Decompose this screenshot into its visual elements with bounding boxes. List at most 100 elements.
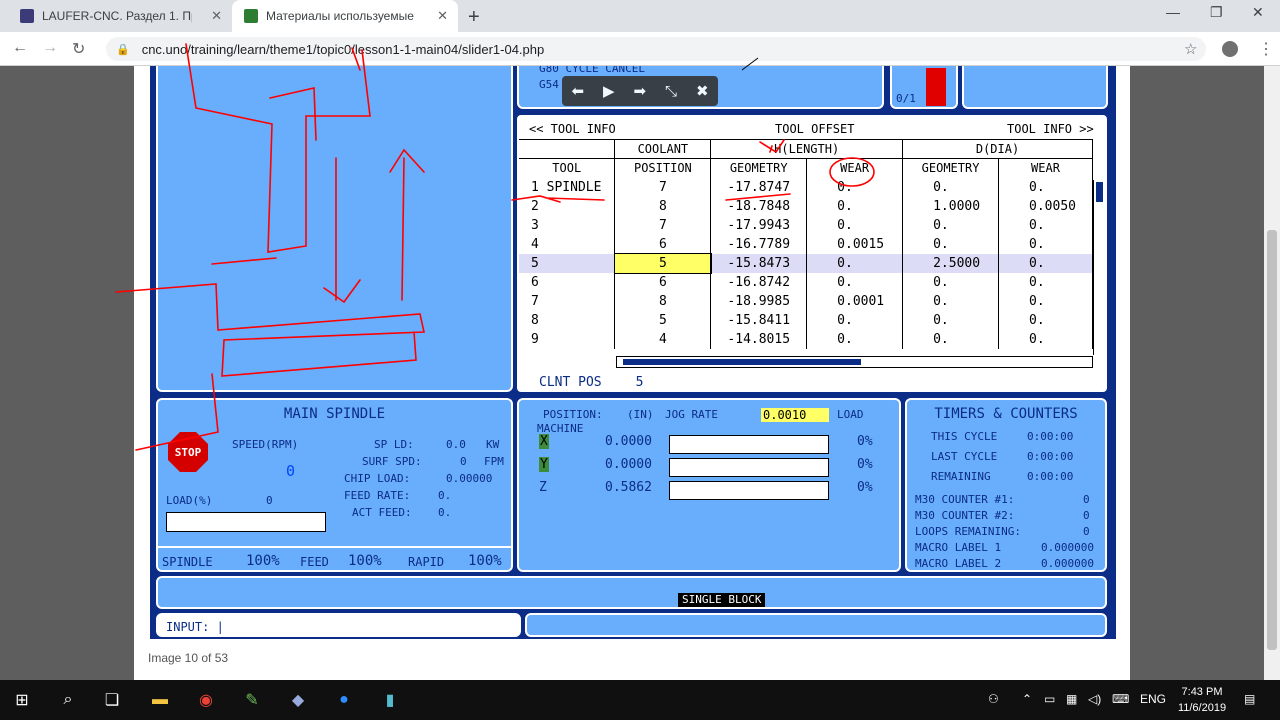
- url-field[interactable]: 🔒 cnc.uno/training/learn/theme1/topic0/l…: [106, 37, 1206, 61]
- keyboard-icon[interactable]: ⌨: [1112, 692, 1129, 706]
- close-icon[interactable]: ✖: [696, 82, 709, 100]
- table-cell[interactable]: 5: [614, 310, 712, 330]
- table-cell[interactable]: 0.: [998, 329, 1093, 349]
- close-tab-icon[interactable]: ✕: [437, 8, 448, 24]
- table-cell[interactable]: 5: [519, 253, 616, 273]
- table-cell[interactable]: 0.: [998, 253, 1093, 273]
- offset-vertical-scrollbar[interactable]: [1093, 180, 1105, 355]
- app-icon[interactable]: ◆: [286, 688, 310, 712]
- table-cell[interactable]: 9: [519, 329, 616, 349]
- table-row[interactable]: 1 SPINDLE 7 -17.8747 0. 0. 0.: [519, 177, 1093, 197]
- table-row[interactable]: 5 5 -15.8473 0. 2.5000 0.: [519, 252, 1093, 274]
- task-view-icon[interactable]: ❏: [100, 688, 124, 712]
- network-icon[interactable]: ▦: [1066, 692, 1077, 706]
- table-cell[interactable]: 0.0015: [806, 234, 904, 254]
- reload-icon[interactable]: ↻: [72, 39, 85, 59]
- forward-icon[interactable]: →: [42, 39, 58, 57]
- maximize-icon[interactable]: ❐: [1210, 4, 1223, 21]
- table-cell[interactable]: 8: [519, 310, 616, 330]
- table-cell[interactable]: 0.: [806, 253, 904, 273]
- prev-arrow-icon[interactable]: ⬅: [571, 82, 584, 100]
- windows-start-icon[interactable]: ⊞: [10, 688, 34, 712]
- table-cell[interactable]: 4: [519, 234, 616, 254]
- fullscreen-icon[interactable]: ⤡: [665, 83, 677, 100]
- table-cell[interactable]: 0.: [806, 177, 904, 197]
- table-cell[interactable]: 0.: [902, 177, 1000, 197]
- table-row[interactable]: 3 7 -17.9943 0. 0. 0.: [519, 215, 1093, 235]
- table-cell[interactable]: 0.: [998, 291, 1093, 311]
- chevron-up-icon[interactable]: ⌃: [1022, 692, 1032, 706]
- tray-icon[interactable]: ▭: [1044, 692, 1055, 706]
- table-cell[interactable]: 6: [519, 272, 616, 292]
- table-cell[interactable]: 0.: [998, 310, 1093, 330]
- table-cell[interactable]: 0.: [806, 215, 904, 235]
- table-cell[interactable]: 0.: [998, 234, 1093, 254]
- table-cell[interactable]: -17.8747: [710, 177, 808, 197]
- scrollbar-thumb[interactable]: [1096, 182, 1103, 202]
- table-cell[interactable]: 5: [613, 252, 712, 274]
- table-row[interactable]: 4 6 -16.7789 0.0015 0. 0.: [519, 234, 1093, 254]
- table-cell[interactable]: 0.0001: [806, 291, 904, 311]
- bookmark-star-icon[interactable]: ☆: [1184, 40, 1197, 58]
- close-window-icon[interactable]: ✕: [1252, 4, 1264, 21]
- table-cell[interactable]: -18.9985: [710, 291, 808, 311]
- scrollbar-thumb[interactable]: [623, 359, 861, 365]
- table-cell[interactable]: 7: [614, 215, 712, 235]
- table-cell[interactable]: -14.8015: [710, 329, 808, 349]
- table-cell[interactable]: 2: [519, 196, 616, 216]
- table-cell[interactable]: -15.8411: [710, 310, 808, 330]
- table-row[interactable]: 9 4 -14.8015 0. 0. 0.: [519, 329, 1093, 349]
- table-row[interactable]: 6 6 -16.8742 0. 0. 0.: [519, 272, 1093, 292]
- notifications-icon[interactable]: ▤: [1244, 692, 1255, 706]
- table-cell[interactable]: 0.: [902, 234, 1000, 254]
- table-cell[interactable]: 6: [614, 272, 712, 292]
- chrome-icon[interactable]: ◉: [194, 688, 218, 712]
- people-icon[interactable]: ⚇: [988, 692, 999, 706]
- table-cell[interactable]: 0.: [806, 329, 904, 349]
- table-cell[interactable]: 3: [519, 215, 616, 235]
- table-cell[interactable]: -17.9943: [710, 215, 808, 235]
- menu-icon[interactable]: ⋮: [1258, 39, 1274, 59]
- prev-tool-info-link[interactable]: << TOOL INFO: [529, 122, 616, 136]
- table-cell[interactable]: 7: [519, 291, 616, 311]
- play-icon[interactable]: ▶: [603, 82, 615, 100]
- minimize-icon[interactable]: —: [1166, 4, 1180, 20]
- browser-tab-2[interactable]: Материалы используемые при ✕: [232, 0, 458, 32]
- table-cell[interactable]: 0.: [998, 272, 1093, 292]
- zoom-icon[interactable]: ●: [332, 688, 356, 712]
- table-cell[interactable]: 0.: [806, 310, 904, 330]
- table-row[interactable]: 7 8 -18.9985 0.0001 0. 0.: [519, 291, 1093, 311]
- scrollbar-thumb[interactable]: [1267, 230, 1277, 650]
- next-arrow-icon[interactable]: ➡: [633, 82, 646, 100]
- table-cell[interactable]: 0.: [998, 215, 1093, 235]
- table-cell[interactable]: 0.0050: [998, 196, 1093, 216]
- taskbar-clock[interactable]: 7:43 PM 11/6/2019: [1172, 684, 1232, 716]
- page-scrollbar[interactable]: [1264, 66, 1280, 680]
- table-cell[interactable]: 7: [614, 177, 712, 197]
- next-tool-info-link[interactable]: TOOL INFO >>: [1007, 122, 1094, 136]
- table-cell[interactable]: 0.: [806, 196, 904, 216]
- table-row[interactable]: 2 8 -18.7848 0. 1.0000 0.0050: [519, 196, 1093, 216]
- app-icon[interactable]: ▮: [378, 688, 402, 712]
- table-cell[interactable]: 2.5000: [902, 253, 1000, 273]
- table-cell[interactable]: -18.7848: [710, 196, 808, 216]
- table-cell[interactable]: 0.: [902, 272, 1000, 292]
- table-row[interactable]: 8 5 -15.8411 0. 0. 0.: [519, 310, 1093, 330]
- search-icon[interactable]: ⌕: [56, 688, 80, 712]
- table-cell[interactable]: 0.: [806, 272, 904, 292]
- offset-horizontal-scrollbar[interactable]: [616, 356, 1093, 368]
- table-cell[interactable]: 0.: [998, 177, 1093, 197]
- browser-tab-1[interactable]: LAUFER-CNC. Раздел 1. Програм ✕: [8, 0, 232, 32]
- table-cell[interactable]: 0.: [902, 310, 1000, 330]
- table-cell[interactable]: -16.7789: [710, 234, 808, 254]
- notepad-icon[interactable]: ✎: [240, 688, 264, 712]
- input-line[interactable]: INPUT: |: [156, 613, 521, 637]
- new-tab-icon[interactable]: +: [468, 6, 480, 29]
- profile-avatar[interactable]: [1222, 41, 1238, 57]
- back-icon[interactable]: ←: [12, 39, 28, 57]
- table-cell[interactable]: 1 SPINDLE: [519, 177, 616, 197]
- table-cell[interactable]: 6: [614, 234, 712, 254]
- table-cell[interactable]: 8: [614, 196, 712, 216]
- volume-icon[interactable]: ◁): [1088, 692, 1101, 706]
- table-cell[interactable]: 1.0000: [902, 196, 1000, 216]
